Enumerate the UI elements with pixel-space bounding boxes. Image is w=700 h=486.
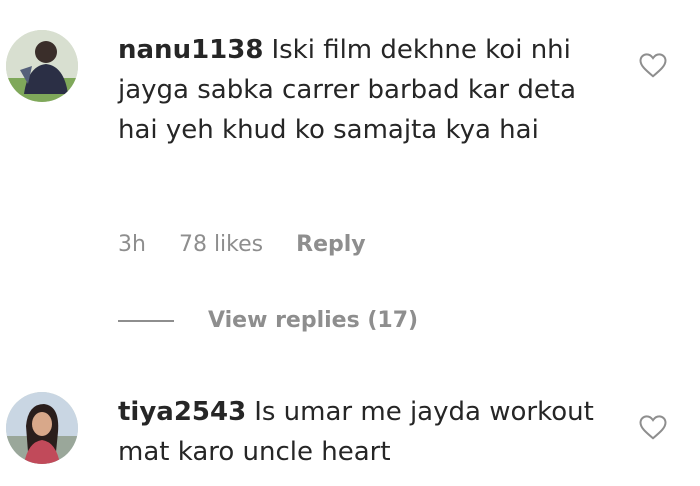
comment-text: tiya2543 Is umar me jayda workout mat kar… xyxy=(118,392,608,472)
comment-time: 3h xyxy=(118,232,146,257)
comment-text: nanu1138 Iski film dekhne koi nhi jayga s… xyxy=(118,30,608,150)
avatar[interactable] xyxy=(6,392,78,464)
avatar[interactable] xyxy=(6,30,78,102)
comment-meta: 3h 78 likes Reply xyxy=(118,230,392,260)
comment-item: tiya2543 Is umar me jayda workout mat kar… xyxy=(0,360,700,486)
comment-username[interactable]: nanu1138 xyxy=(118,35,263,65)
comment-username[interactable]: tiya2543 xyxy=(118,397,246,427)
reply-button[interactable]: Reply xyxy=(296,232,366,257)
heart-icon[interactable] xyxy=(638,412,668,442)
divider-line xyxy=(118,320,174,322)
view-replies-label: View replies (17) xyxy=(208,308,419,333)
view-replies-button[interactable]: View replies (17) xyxy=(118,306,418,336)
heart-icon[interactable] xyxy=(638,50,668,80)
comment-likes[interactable]: 78 likes xyxy=(179,232,263,257)
comment-item: nanu1138 Iski film dekhne koi nhi jayga s… xyxy=(0,0,700,360)
